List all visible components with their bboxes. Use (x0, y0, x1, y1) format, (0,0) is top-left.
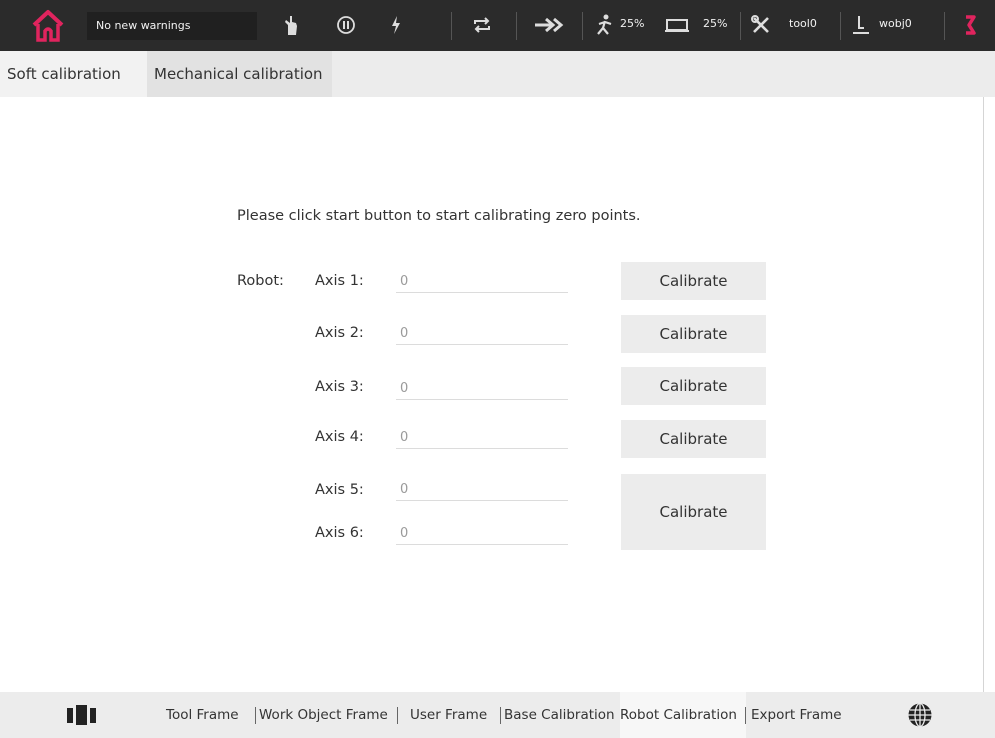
display-speed: 25% (703, 17, 728, 30)
divider (397, 707, 398, 724)
divider (745, 707, 746, 724)
divider (582, 12, 583, 40)
tab-bar: Soft calibration Mechanical calibration (0, 51, 995, 97)
globe-icon[interactable] (907, 702, 933, 732)
robot-label: Robot: (237, 273, 284, 289)
calibrate-axis-1-button[interactable]: Calibrate (621, 262, 766, 300)
lightning-icon[interactable] (389, 13, 403, 37)
axis-1-label: Axis 1: (315, 273, 364, 289)
nav-robot-calibration[interactable]: Robot Calibration (620, 692, 746, 738)
divider (740, 12, 741, 40)
divider (500, 707, 501, 724)
tool-value[interactable]: tool0 (789, 17, 817, 30)
running-man-icon[interactable] (594, 13, 616, 37)
nav-tool-frame[interactable]: Tool Frame (166, 692, 239, 738)
axis-4-field[interactable]: 0 (396, 427, 568, 449)
axis-2-label: Axis 2: (315, 325, 364, 341)
calibrate-axis-5-6-button[interactable]: Calibrate (621, 474, 766, 550)
monitor-icon[interactable] (665, 13, 691, 37)
arrow-right-icon[interactable] (533, 13, 565, 37)
axis-2-field[interactable]: 0 (396, 323, 568, 345)
scroll-track (983, 97, 984, 692)
axis-5-label: Axis 5: (315, 482, 364, 498)
nav-export-frame[interactable]: Export Frame (751, 692, 842, 738)
nav-base-calibration[interactable]: Base Calibration (504, 692, 615, 738)
divider (255, 707, 256, 724)
panels-icon[interactable] (66, 705, 100, 729)
divider (516, 12, 517, 40)
nav-user-frame[interactable]: User Frame (410, 692, 487, 738)
tools-icon[interactable] (750, 13, 772, 37)
bottom-nav: Tool Frame Work Object Frame User Frame … (0, 692, 995, 738)
warning-status[interactable]: No new warnings (87, 12, 257, 40)
instruction-text: Please click start button to start calib… (237, 208, 641, 224)
nav-work-object-frame[interactable]: Work Object Frame (259, 692, 388, 738)
robot-arm-icon[interactable] (963, 13, 977, 37)
axis-4-label: Axis 4: (315, 429, 364, 445)
hand-icon[interactable] (282, 13, 300, 37)
tab-soft-calibration[interactable]: Soft calibration (0, 51, 147, 97)
repeat-icon[interactable] (470, 13, 494, 37)
calibrate-axis-2-button[interactable]: Calibrate (621, 315, 766, 353)
calibrate-axis-4-button[interactable]: Calibrate (621, 420, 766, 458)
joystick-icon[interactable] (850, 13, 872, 37)
pause-icon[interactable] (336, 13, 356, 37)
axis-6-field[interactable]: 0 (396, 523, 568, 545)
divider (944, 12, 945, 40)
top-status-bar: No new warnings 25% 25% tool0 wobj0 (0, 0, 995, 51)
divider (451, 12, 452, 40)
axis-3-field[interactable]: 0 (396, 378, 568, 400)
axis-6-label: Axis 6: (315, 525, 364, 541)
run-speed: 25% (620, 17, 645, 30)
divider (840, 12, 841, 40)
wobj-value[interactable]: wobj0 (879, 17, 912, 30)
axis-1-field[interactable]: 0 (396, 271, 568, 293)
axis-5-field[interactable]: 0 (396, 479, 568, 501)
tab-mechanical-calibration[interactable]: Mechanical calibration (147, 51, 332, 97)
calibrate-axis-3-button[interactable]: Calibrate (621, 367, 766, 405)
home-icon[interactable] (31, 9, 65, 43)
axis-3-label: Axis 3: (315, 379, 364, 395)
